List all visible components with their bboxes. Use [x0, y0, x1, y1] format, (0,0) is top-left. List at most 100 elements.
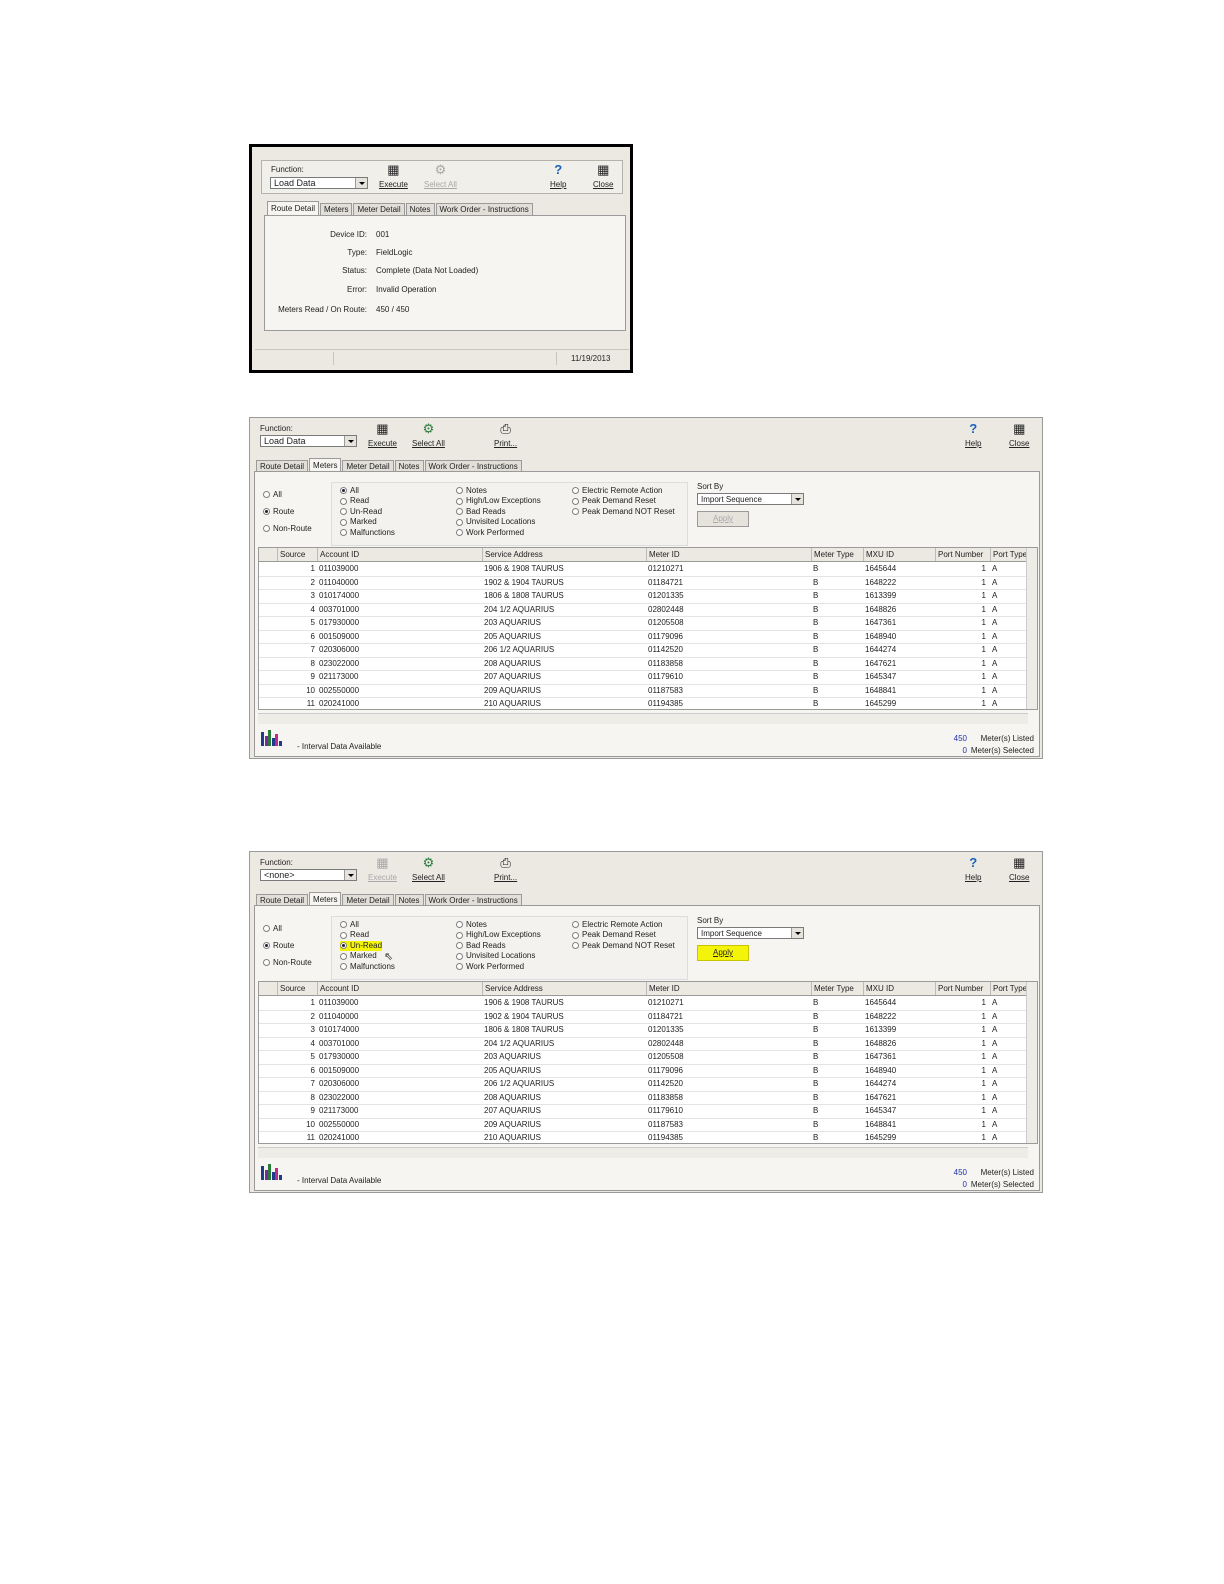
filter-option-un-read[interactable]: Un-Read — [340, 940, 383, 951]
table-row[interactable]: 7 020306000 206 1/2 AQUARIUS 01142520 B 16442… — [259, 643, 1037, 658]
scope-option-all[interactable]: All — [263, 924, 282, 934]
apply-button[interactable]: Apply — [697, 945, 749, 961]
close-button[interactable]: ▦ Close — [593, 163, 613, 190]
column-header[interactable]: Meter ID — [646, 548, 811, 561]
print-button[interactable]: ⎙ Print... — [494, 856, 517, 883]
table-row[interactable]: 6 001509000 205 AQUARIUS 01179096 B 1648940 1 A — [259, 1064, 1037, 1078]
scope-option-route[interactable]: Route — [263, 507, 294, 517]
function-select[interactable]: Load Data — [270, 177, 368, 189]
close-button[interactable]: ▦ Close — [1009, 422, 1029, 449]
tab-meters[interactable]: Meters — [309, 458, 342, 472]
select-all-button[interactable]: ⚙ Select All — [412, 422, 445, 449]
table-row[interactable]: 2 011040000 1902 & 1904 TAURUS 01184721 B 164… — [259, 1010, 1037, 1024]
function-select[interactable]: Load Data — [260, 435, 357, 447]
table-row[interactable]: 8 023022000 208 AQUARIUS 01183858 B 1647621 1 A — [259, 657, 1037, 671]
filter-option-read[interactable]: Read — [340, 930, 369, 940]
filter-option-high-low-exceptions[interactable]: High/Low Exceptions — [456, 496, 541, 506]
filter-option-peak-demand-not-reset[interactable]: Peak Demand NOT Reset — [572, 507, 675, 517]
help-button[interactable]: ? Help — [965, 422, 981, 449]
tab-meter-detail[interactable]: Meter Detail — [353, 203, 405, 215]
column-header[interactable]: Account ID — [317, 548, 482, 561]
column-header[interactable]: Meter Type — [811, 982, 863, 995]
execute-button[interactable]: ▦ Execute — [379, 163, 408, 190]
table-row[interactable]: 11 020241000 210 AQUARIUS 01194385 B 1645299 1… — [259, 1131, 1037, 1143]
filter-option-marked[interactable]: Marked — [340, 951, 377, 961]
column-header[interactable]: Port Type — [990, 982, 1030, 995]
column-header[interactable]: MXU ID — [863, 982, 935, 995]
filter-option-marked[interactable]: Marked — [340, 517, 377, 527]
column-header[interactable]: Port Type — [990, 548, 1030, 561]
scope-option-all[interactable]: All — [263, 490, 282, 500]
filter-option-read[interactable]: Read — [340, 496, 369, 506]
table-row[interactable]: 5 017930000 203 AQUARIUS 01205508 B 1647361 1 A — [259, 616, 1037, 631]
filter-option-unvisited-locations[interactable]: Unvisited Locations — [456, 951, 535, 961]
apply-button[interactable]: Apply — [697, 511, 749, 527]
column-header[interactable]: Account ID — [317, 982, 482, 995]
vertical-scrollbar[interactable] — [1026, 982, 1037, 1143]
filter-option-un-read[interactable]: Un-Read — [340, 507, 382, 517]
filter-option-peak-demand-not-reset[interactable]: Peak Demand NOT Reset — [572, 941, 675, 951]
filter-option-all[interactable]: All — [340, 920, 359, 930]
filter-option-malfunctions[interactable]: Malfunctions — [340, 528, 395, 538]
filter-option-all[interactable]: All — [340, 486, 359, 496]
scope-option-non-route[interactable]: Non-Route — [263, 958, 312, 968]
filter-option-work-performed[interactable]: Work Performed — [456, 528, 524, 538]
column-header[interactable]: Port Number — [935, 982, 990, 995]
column-header[interactable]: MXU ID — [863, 548, 935, 561]
table-row[interactable]: 2 011040000 1902 & 1904 TAURUS 01184721 B 164… — [259, 576, 1037, 590]
table-row[interactable]: 6 001509000 205 AQUARIUS 01179096 B 1648940 1 A — [259, 630, 1037, 644]
filter-option-notes[interactable]: Notes — [456, 486, 487, 496]
table-row[interactable]: 7 020306000 206 1/2 AQUARIUS 01142520 B 16442… — [259, 1077, 1037, 1092]
table-row[interactable]: 4 003701000 204 1/2 AQUARIUS 02802448 B 16488… — [259, 603, 1037, 617]
horizontal-scrollbar[interactable] — [258, 713, 1028, 724]
table-row[interactable]: 10 002550000 209 AQUARIUS 01187583 B 1648841 1… — [259, 684, 1037, 698]
table-row[interactable]: 8 023022000 208 AQUARIUS 01183858 B 1647621 1 A — [259, 1091, 1037, 1105]
tab-meters[interactable]: Meters — [309, 892, 342, 906]
print-button[interactable]: ⎙ Print... — [494, 422, 517, 449]
tab-notes[interactable]: Notes — [405, 203, 435, 215]
table-row[interactable]: 4 003701000 204 1/2 AQUARIUS 02802448 B 16488… — [259, 1037, 1037, 1051]
sort-by-select[interactable]: Import Sequence — [697, 493, 804, 505]
function-select[interactable]: <none> — [260, 869, 357, 881]
select-all-button[interactable]: ⚙ Select All — [412, 856, 445, 883]
tab-route-detail[interactable]: Route Detail — [267, 201, 320, 215]
table-row[interactable]: 9 021173000 207 AQUARIUS 01179610 B 1645347 1 A — [259, 670, 1037, 685]
column-header[interactable]: Service Address — [482, 982, 646, 995]
vertical-scrollbar[interactable] — [1026, 548, 1037, 709]
filter-option-bad-reads[interactable]: Bad Reads — [456, 507, 506, 517]
table-row[interactable]: 1 011039000 1906 & 1908 TAURUS 01210271 B 164… — [259, 996, 1037, 1011]
column-header[interactable]: Meter ID — [646, 982, 811, 995]
filter-option-bad-reads[interactable]: Bad Reads — [456, 941, 506, 951]
horizontal-scrollbar[interactable] — [258, 1147, 1028, 1158]
sort-by-select[interactable]: Import Sequence — [697, 927, 804, 939]
table-row[interactable]: 3 010174000 1806 & 1808 TAURUS 01201335 B 161… — [259, 1023, 1037, 1038]
tab-work-order[interactable]: Work Order - Instructions — [435, 203, 533, 215]
tab-meters[interactable]: Meters — [320, 203, 353, 215]
scope-option-route[interactable]: Route — [263, 941, 294, 951]
column-header[interactable]: Meter Type — [811, 548, 863, 561]
table-row[interactable]: 9 021173000 207 AQUARIUS 01179610 B 1645347 1 A — [259, 1104, 1037, 1119]
column-header[interactable]: Source — [277, 982, 317, 995]
filter-option-electric-remote-action[interactable]: Electric Remote Action — [572, 486, 662, 496]
filter-option-high-low-exceptions[interactable]: High/Low Exceptions — [456, 930, 541, 940]
filter-option-peak-demand-reset[interactable]: Peak Demand Reset — [572, 496, 656, 506]
select-all-button[interactable]: ⚙ Select All — [424, 163, 457, 190]
filter-option-unvisited-locations[interactable]: Unvisited Locations — [456, 517, 535, 527]
column-header[interactable]: Service Address — [482, 548, 646, 561]
column-header[interactable]: Source — [277, 548, 317, 561]
filter-option-work-performed[interactable]: Work Performed — [456, 962, 524, 972]
execute-button[interactable]: ▦ Execute — [368, 856, 397, 883]
close-button[interactable]: ▦ Close — [1009, 856, 1029, 883]
help-button[interactable]: ? Help — [965, 856, 981, 883]
table-row[interactable]: 10 002550000 209 AQUARIUS 01187583 B 1648841 1… — [259, 1118, 1037, 1132]
filter-option-malfunctions[interactable]: Malfunctions — [340, 962, 395, 972]
execute-button[interactable]: ▦ Execute — [368, 422, 397, 449]
table-row[interactable]: 3 010174000 1806 & 1808 TAURUS 01201335 B 161… — [259, 589, 1037, 604]
table-row[interactable]: 1 011039000 1906 & 1908 TAURUS 01210271 B 164… — [259, 562, 1037, 577]
filter-option-electric-remote-action[interactable]: Electric Remote Action — [572, 920, 662, 930]
filter-option-notes[interactable]: Notes — [456, 920, 487, 930]
table-row[interactable]: 11 020241000 210 AQUARIUS 01194385 B 1645299 1… — [259, 697, 1037, 709]
help-button[interactable]: ? Help — [550, 163, 566, 190]
column-header[interactable]: Port Number — [935, 548, 990, 561]
table-row[interactable]: 5 017930000 203 AQUARIUS 01205508 B 1647361 1 A — [259, 1050, 1037, 1065]
